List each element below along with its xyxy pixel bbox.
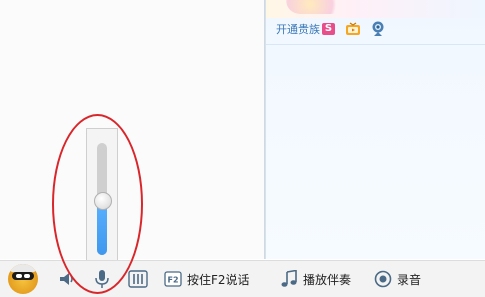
webcam-icon[interactable] — [371, 21, 385, 37]
microphone-button[interactable] — [93, 261, 111, 297]
equalizer-icon — [128, 270, 148, 288]
vip-badge: S — [322, 23, 335, 35]
volume-popup — [86, 128, 118, 265]
banner-art — [286, 0, 346, 14]
music-note-icon — [281, 270, 297, 287]
speaker-button[interactable] — [58, 261, 76, 297]
f2-key-icon: F2 — [164, 271, 182, 287]
record-label: 录音 — [397, 272, 422, 287]
record-icon — [374, 270, 392, 288]
tv-icon[interactable] — [345, 22, 361, 36]
play-accompaniment-button[interactable]: 播放伴奏 — [280, 261, 351, 297]
volume-slider-thumb[interactable] — [94, 192, 112, 210]
chat-area — [0, 0, 265, 259]
side-divider — [266, 44, 485, 45]
side-toolbar: 开通贵族 S — [276, 20, 385, 38]
side-panel: 开通贵族 S — [265, 0, 485, 259]
push-to-talk-button[interactable]: F2 按住F2说话 — [164, 261, 250, 297]
microphone-icon — [95, 270, 109, 288]
f2-key-label: F2 — [167, 276, 178, 285]
speaker-icon — [60, 273, 73, 285]
equalizer-button[interactable] — [128, 261, 148, 297]
vip-link[interactable]: 开通贵族 — [276, 21, 320, 37]
bottom-toolbar: F2 按住F2说话 播放伴奏 录音 — [0, 260, 485, 297]
play-accompaniment-label: 播放伴奏 — [303, 272, 352, 287]
push-to-talk-label: 按住F2说话 — [187, 272, 250, 287]
avatar[interactable] — [8, 264, 38, 294]
record-button[interactable]: 录音 — [374, 261, 421, 297]
